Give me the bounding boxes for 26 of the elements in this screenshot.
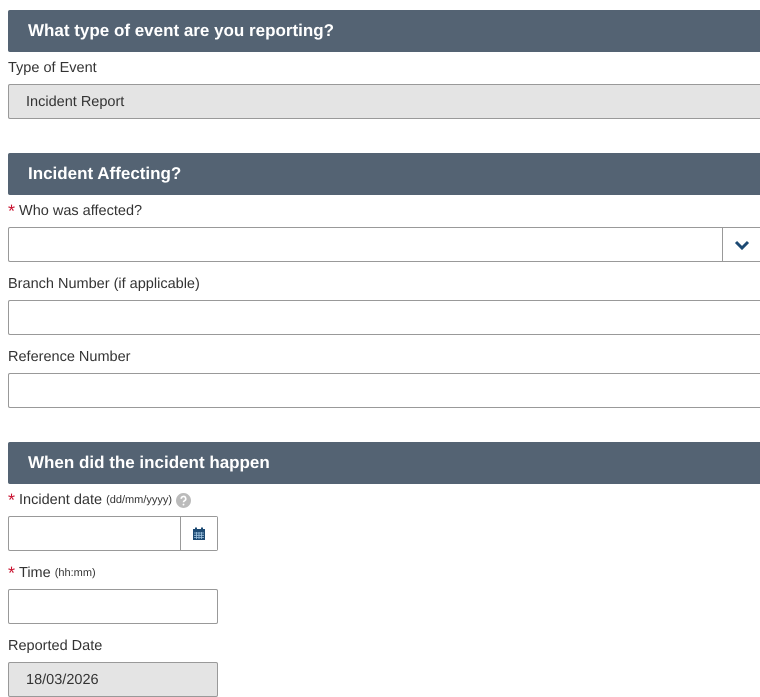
format-hint: (hh:mm) — [54, 566, 96, 581]
format-hint: (dd/mm/yyyy) — [106, 493, 172, 508]
readonly-field: Incident Report — [8, 84, 760, 119]
field-label: Branch Number (if applicable) — [8, 275, 200, 294]
calendar-button[interactable] — [180, 517, 217, 550]
field-label: Reference Number — [8, 348, 130, 367]
calendar-icon — [192, 526, 206, 540]
field-label: Reported Date — [8, 637, 102, 656]
field-label: Incident date — [19, 491, 102, 510]
date-field[interactable] — [8, 516, 218, 551]
readonly-field: 18/03/2026 — [8, 662, 218, 697]
help-icon[interactable] — [176, 492, 192, 508]
input-field[interactable] — [8, 373, 760, 408]
required-mark: * — [8, 565, 16, 581]
required-mark: * — [8, 492, 16, 508]
section-header: Incident Affecting? — [8, 153, 760, 195]
dropdown-field[interactable] — [8, 227, 760, 262]
field-label: Time — [19, 564, 51, 583]
input-field[interactable] — [8, 589, 218, 624]
section-header: When did the incident happen — [8, 442, 760, 484]
input-field[interactable] — [8, 300, 760, 335]
field-label: Type of Event — [8, 59, 97, 78]
chevron-down-icon — [734, 238, 750, 250]
section-header: What type of event are you reporting? — [8, 10, 760, 52]
field-label: Who was affected? — [19, 202, 142, 221]
required-mark: * — [8, 203, 16, 219]
